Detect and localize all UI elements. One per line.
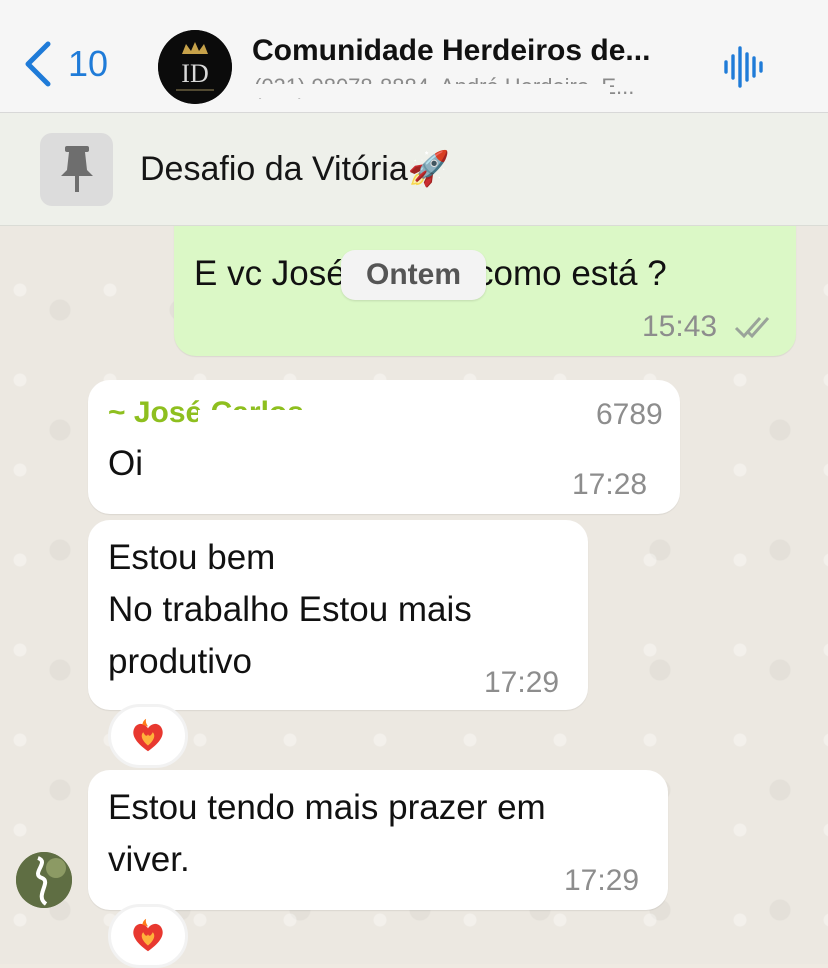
message-reaction[interactable]: [108, 904, 188, 968]
unread-count: 10: [68, 43, 109, 84]
message-text: Estou bem No trabalho Estou mais produti…: [108, 538, 472, 681]
message-bubble-incoming[interactable]: Estou tendo mais prazer em viver. 17:29: [88, 770, 668, 910]
pin-icon: [60, 145, 93, 192]
message-time: 17:28: [572, 468, 648, 501]
heart-on-fire-icon: [133, 918, 163, 952]
message-reaction[interactable]: [108, 704, 188, 768]
date-separator: Ontem: [341, 250, 486, 300]
back-button[interactable]: 10: [22, 40, 108, 88]
audio-wave-icon[interactable]: [722, 44, 766, 90]
double-check-icon: [734, 317, 770, 339]
message-text: Oi: [108, 444, 143, 483]
group-avatar[interactable]: ID: [158, 30, 232, 104]
message-bubble-incoming[interactable]: Estou bem No trabalho Estou mais produti…: [88, 520, 588, 710]
sender-phone: 6789: [596, 398, 663, 431]
redaction-mask: [198, 410, 618, 432]
message-time: 15:43: [642, 310, 718, 343]
message-text: Estou tendo mais prazer em viver.: [108, 788, 546, 879]
chevron-left-icon: [25, 41, 51, 87]
message-bubble-incoming[interactable]: ~ José Carlos 6789 Oi 17:28: [88, 380, 680, 514]
redaction-mask: [242, 84, 610, 98]
pinned-message-bar[interactable]: Desafio da Vitória🚀: [0, 113, 828, 226]
pinned-message-title: Desafio da Vitória🚀: [140, 150, 451, 188]
message-time: 17:29: [564, 864, 640, 897]
sender-avatar[interactable]: [16, 852, 72, 908]
pin-icon-box: [40, 133, 113, 206]
group-logo-icon: ID: [158, 30, 232, 104]
heart-on-fire-icon: [133, 718, 163, 752]
signature-avatar-icon: [16, 852, 72, 908]
message-time: 17:29: [484, 666, 560, 699]
chat-header: 10 ID Comunidade Herdeiros de... (021) 9…: [0, 0, 828, 113]
chat-title[interactable]: Comunidade Herdeiros de...: [252, 34, 692, 68]
svg-text:ID: ID: [181, 59, 208, 88]
